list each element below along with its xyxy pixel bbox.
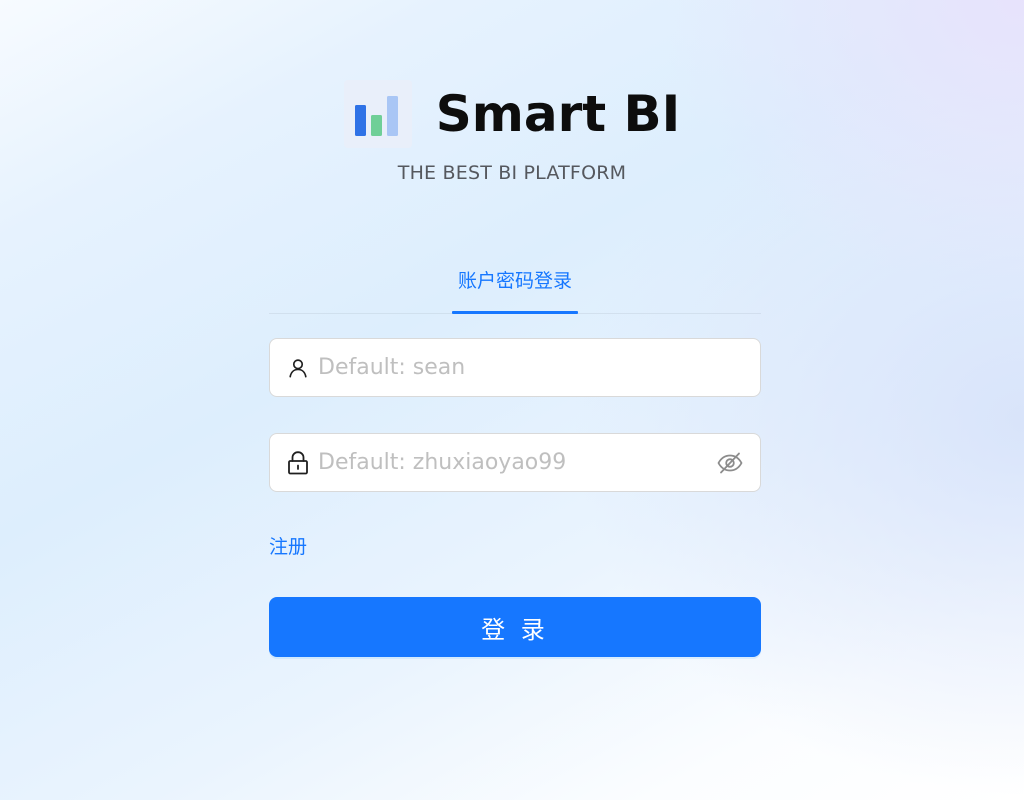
login-tabs: 账户密码登录 — [269, 262, 761, 314]
app-subtitle: THE BEST BI PLATFORM — [397, 162, 627, 184]
login-button[interactable]: 登 录 — [269, 597, 761, 657]
register-link[interactable]: 注册 — [269, 532, 307, 559]
tab-label: 账户密码登录 — [457, 270, 572, 292]
eye-invisible-icon[interactable] — [716, 449, 744, 477]
brand: Smart BI — [343, 80, 681, 148]
username-field[interactable] — [269, 338, 761, 397]
username-input[interactable] — [318, 347, 760, 388]
tab-account-password-login[interactable]: 账户密码登录 — [452, 262, 578, 314]
tab-active-indicator — [452, 311, 578, 314]
lock-icon — [286, 450, 310, 475]
bar-chart-logo-icon — [343, 80, 412, 148]
app-title: Smart BI — [435, 85, 681, 143]
password-field[interactable] — [269, 433, 761, 492]
password-input[interactable] — [318, 442, 716, 483]
login-header: Smart BI THE BEST BI PLATFORM — [0, 80, 1024, 184]
user-icon — [286, 356, 310, 380]
